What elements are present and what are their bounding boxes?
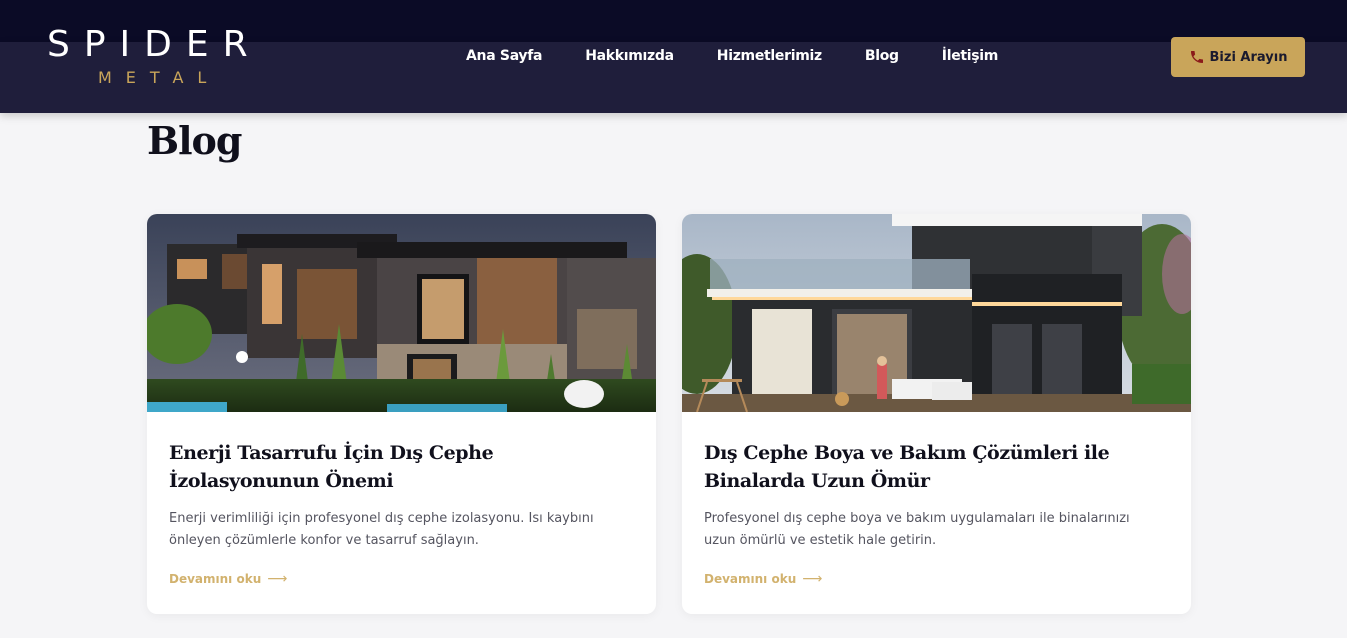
blog-card: Enerji Tasarrufu İçin Dış Cephe İzolasyo… [147,214,656,614]
blog-card-image[interactable] [147,214,656,412]
logo-wordmark: SPIDER [47,24,262,65]
logo-tagline: METAL [98,68,221,87]
blog-card-image[interactable] [682,214,1191,412]
nav-item-iletisim[interactable]: İletişim [942,45,999,67]
site-logo[interactable]: SPIDER METAL [47,26,262,92]
read-more-link[interactable]: Devamını oku ⟶ [704,571,822,587]
read-more-label: Devamını oku [704,572,797,586]
nav-item-hizmetlerimiz[interactable]: Hizmetlerimiz [717,45,822,67]
blog-card-description: Profesyonel dış cephe boya ve bakım uygu… [704,511,1130,548]
nav-item-hakkimizda[interactable]: Hakkımızda [585,45,674,67]
read-more-label: Devamını oku [169,572,262,586]
blog-card-description: Enerji verimliliği için profesyonel dış … [169,511,594,548]
blog-card: Dış Cephe Boya ve Bakım Çözümleri ile Bi… [682,214,1191,614]
nav-item-ana-sayfa[interactable]: Ana Sayfa [466,45,542,67]
page-title: Blog [147,118,242,163]
call-us-button[interactable]: Bizi Arayın [1171,37,1305,77]
arrow-right-icon: ⟶ [267,571,288,587]
arrow-right-icon: ⟶ [802,571,823,587]
call-us-label: Bizi Arayın [1209,49,1288,65]
blog-card-title[interactable]: Dış Cephe Boya ve Bakım Çözümleri ile Bi… [704,439,1164,495]
read-more-link[interactable]: Devamını oku ⟶ [169,571,287,587]
nav-item-blog[interactable]: Blog [865,45,899,67]
phone-icon [1190,51,1203,63]
blog-card-title[interactable]: Enerji Tasarrufu İçin Dış Cephe İzolasyo… [169,439,629,495]
main-menu: Ana Sayfa Hakkımızda Hizmetlerimiz Blog … [466,45,1041,67]
